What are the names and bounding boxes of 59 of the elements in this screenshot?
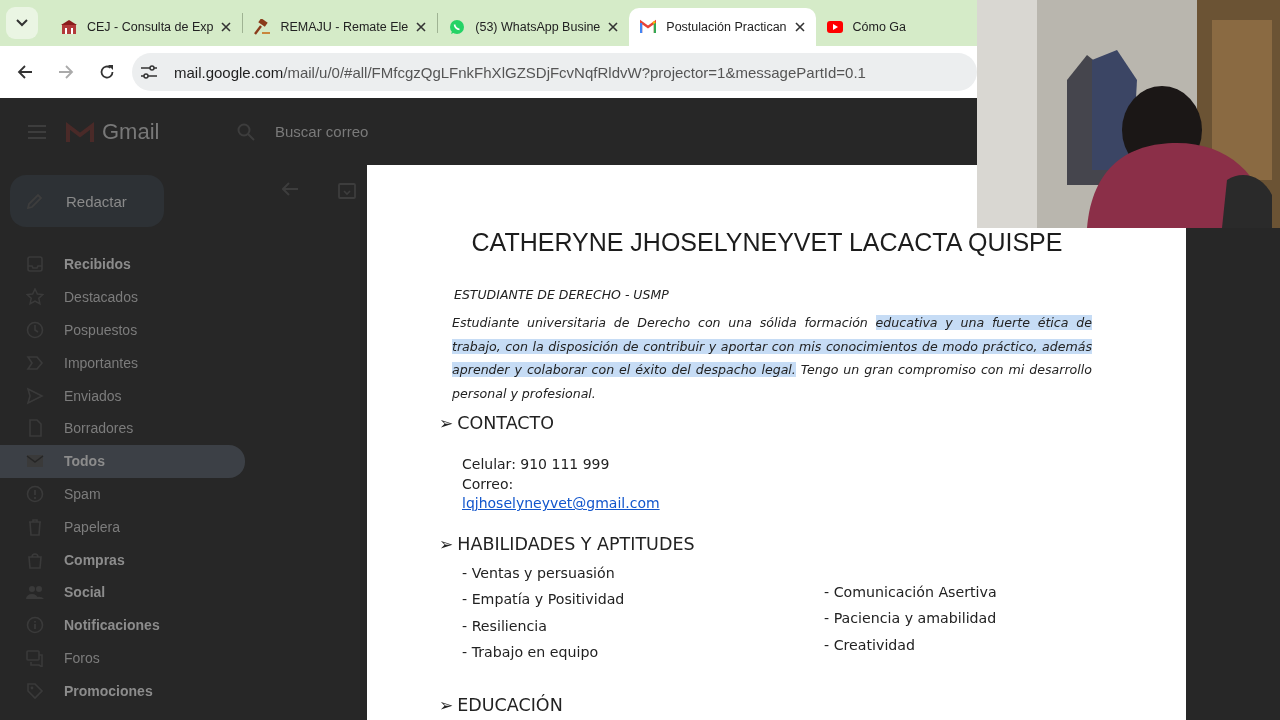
- skill-item: - Empatía y Positividad: [462, 590, 626, 610]
- section-heading: HABILIDADES Y APTITUDES: [457, 533, 695, 554]
- close-icon[interactable]: [416, 22, 427, 32]
- skill-item: - Ventas y persuasión: [462, 563, 616, 583]
- sidebar-item[interactable]: Recibidos: [0, 248, 245, 281]
- contact-line: Correo:: [462, 474, 515, 494]
- chat-icon[interactable]: [449, 19, 466, 35]
- video-icon[interactable]: [826, 19, 843, 35]
- skill-item: - Trabajo en equipo: [462, 643, 600, 663]
- skill-item: - Resiliencia: [462, 616, 548, 636]
- section-heading: EDUCACIÓN: [457, 694, 563, 715]
- sidebar-item[interactable]: Notificaciones: [0, 608, 245, 642]
- sidebar-item[interactable]: Todos: [0, 444, 245, 478]
- sidebar-item[interactable]: Importantes: [0, 346, 245, 380]
- site-settings-icon[interactable]: [140, 64, 158, 80]
- arrow-bullet: ➢: [439, 413, 454, 434]
- building-icon[interactable]: [61, 19, 77, 35]
- skill-item: - Paciencia y amabilidad: [824, 609, 998, 629]
- section-heading: CONTACTO: [457, 413, 554, 434]
- sidebar-item[interactable]: Pospuestos: [0, 313, 245, 347]
- skill-item: - Creatividad: [824, 635, 917, 655]
- sidebar-item[interactable]: Foros: [0, 641, 245, 675]
- address-bar[interactable]: mail.google.com/mail/u/0/#all/FMfcgzQgLFnkFhXlGZSDjFcvNqfRldvW?projector=1&messagePartId=0.1: [132, 53, 977, 91]
- browser-tab[interactable]: (53) WhatsApp Busine: [438, 8, 630, 46]
- compose-button[interactable]: Redactar: [10, 175, 164, 227]
- sidebar-item[interactable]: Papelera: [0, 510, 245, 544]
- mail-icon[interactable]: [640, 19, 657, 35]
- summary-paragraph: Estudiante universitaria de Derecho con una sólida formación educativa y una fuerte ética de trabajo, con la disposición de contribuir y aportar con mis conocimientos de modo práctico, además aprender y colaborar con el éxito del despacho legal. Tengo un gran compromiso con mi desarrollo personal y profesional.: [452, 314, 1092, 403]
- sidebar-item[interactable]: Enviados: [0, 379, 245, 412]
- back-icon[interactable]: [17, 64, 33, 80]
- subtitle: ESTUDIANTE DE DERECHO - USMP: [453, 287, 670, 302]
- sidebar-item[interactable]: Social: [0, 575, 245, 609]
- sidebar-item[interactable]: Borradores: [0, 412, 245, 445]
- sidebar-item[interactable]: Destacados: [0, 280, 245, 314]
- sidebar-item[interactable]: Compras: [0, 543, 245, 576]
- sidebar-item[interactable]: Spam: [0, 477, 245, 511]
- sidebar-item[interactable]: Promociones: [0, 674, 245, 708]
- browser-tab[interactable]: Postulación Practican: [629, 8, 816, 46]
- close-icon[interactable]: [221, 22, 232, 32]
- arrow-bullet: ➢: [439, 694, 454, 715]
- document-title: CATHERYNE JHOSELYNEYVET LACACTA QUISPE: [470, 230, 1064, 255]
- tab-list-button[interactable]: [6, 7, 38, 39]
- gavel-icon[interactable]: [254, 19, 271, 35]
- browser-tab[interactable]: CEJ - Consulta de Exp: [50, 8, 243, 46]
- arrow-bullet: ➢: [439, 533, 454, 554]
- search-field[interactable]: Buscar correo: [275, 123, 415, 140]
- browser-tab[interactable]: REMAJU - Remate Ele: [243, 8, 438, 46]
- gmail-logo-icon[interactable]: [66, 120, 94, 143]
- close-icon[interactable]: [794, 22, 805, 32]
- skill-item: - Comunicación Asertiva: [824, 582, 998, 602]
- app-name: Gmail: [102, 118, 161, 145]
- email-link[interactable]: lqjhoselyneyvet@gmail.com: [462, 495, 660, 512]
- url-text: mail.google.com/mail/u/0/#all/FMfcgzQgLFnkFhXlGZSDjFcvNqfRldvW?projector=1&messagePartId=0.1: [174, 63, 866, 81]
- reload-icon[interactable]: [99, 64, 115, 80]
- close-icon[interactable]: [608, 22, 619, 32]
- chevron-down-icon[interactable]: [16, 19, 28, 27]
- forward-icon[interactable]: [58, 64, 74, 80]
- contact-line: Celular: 910 111 999: [462, 455, 611, 475]
- browser-tab[interactable]: Cómo Ga: [815, 8, 918, 46]
